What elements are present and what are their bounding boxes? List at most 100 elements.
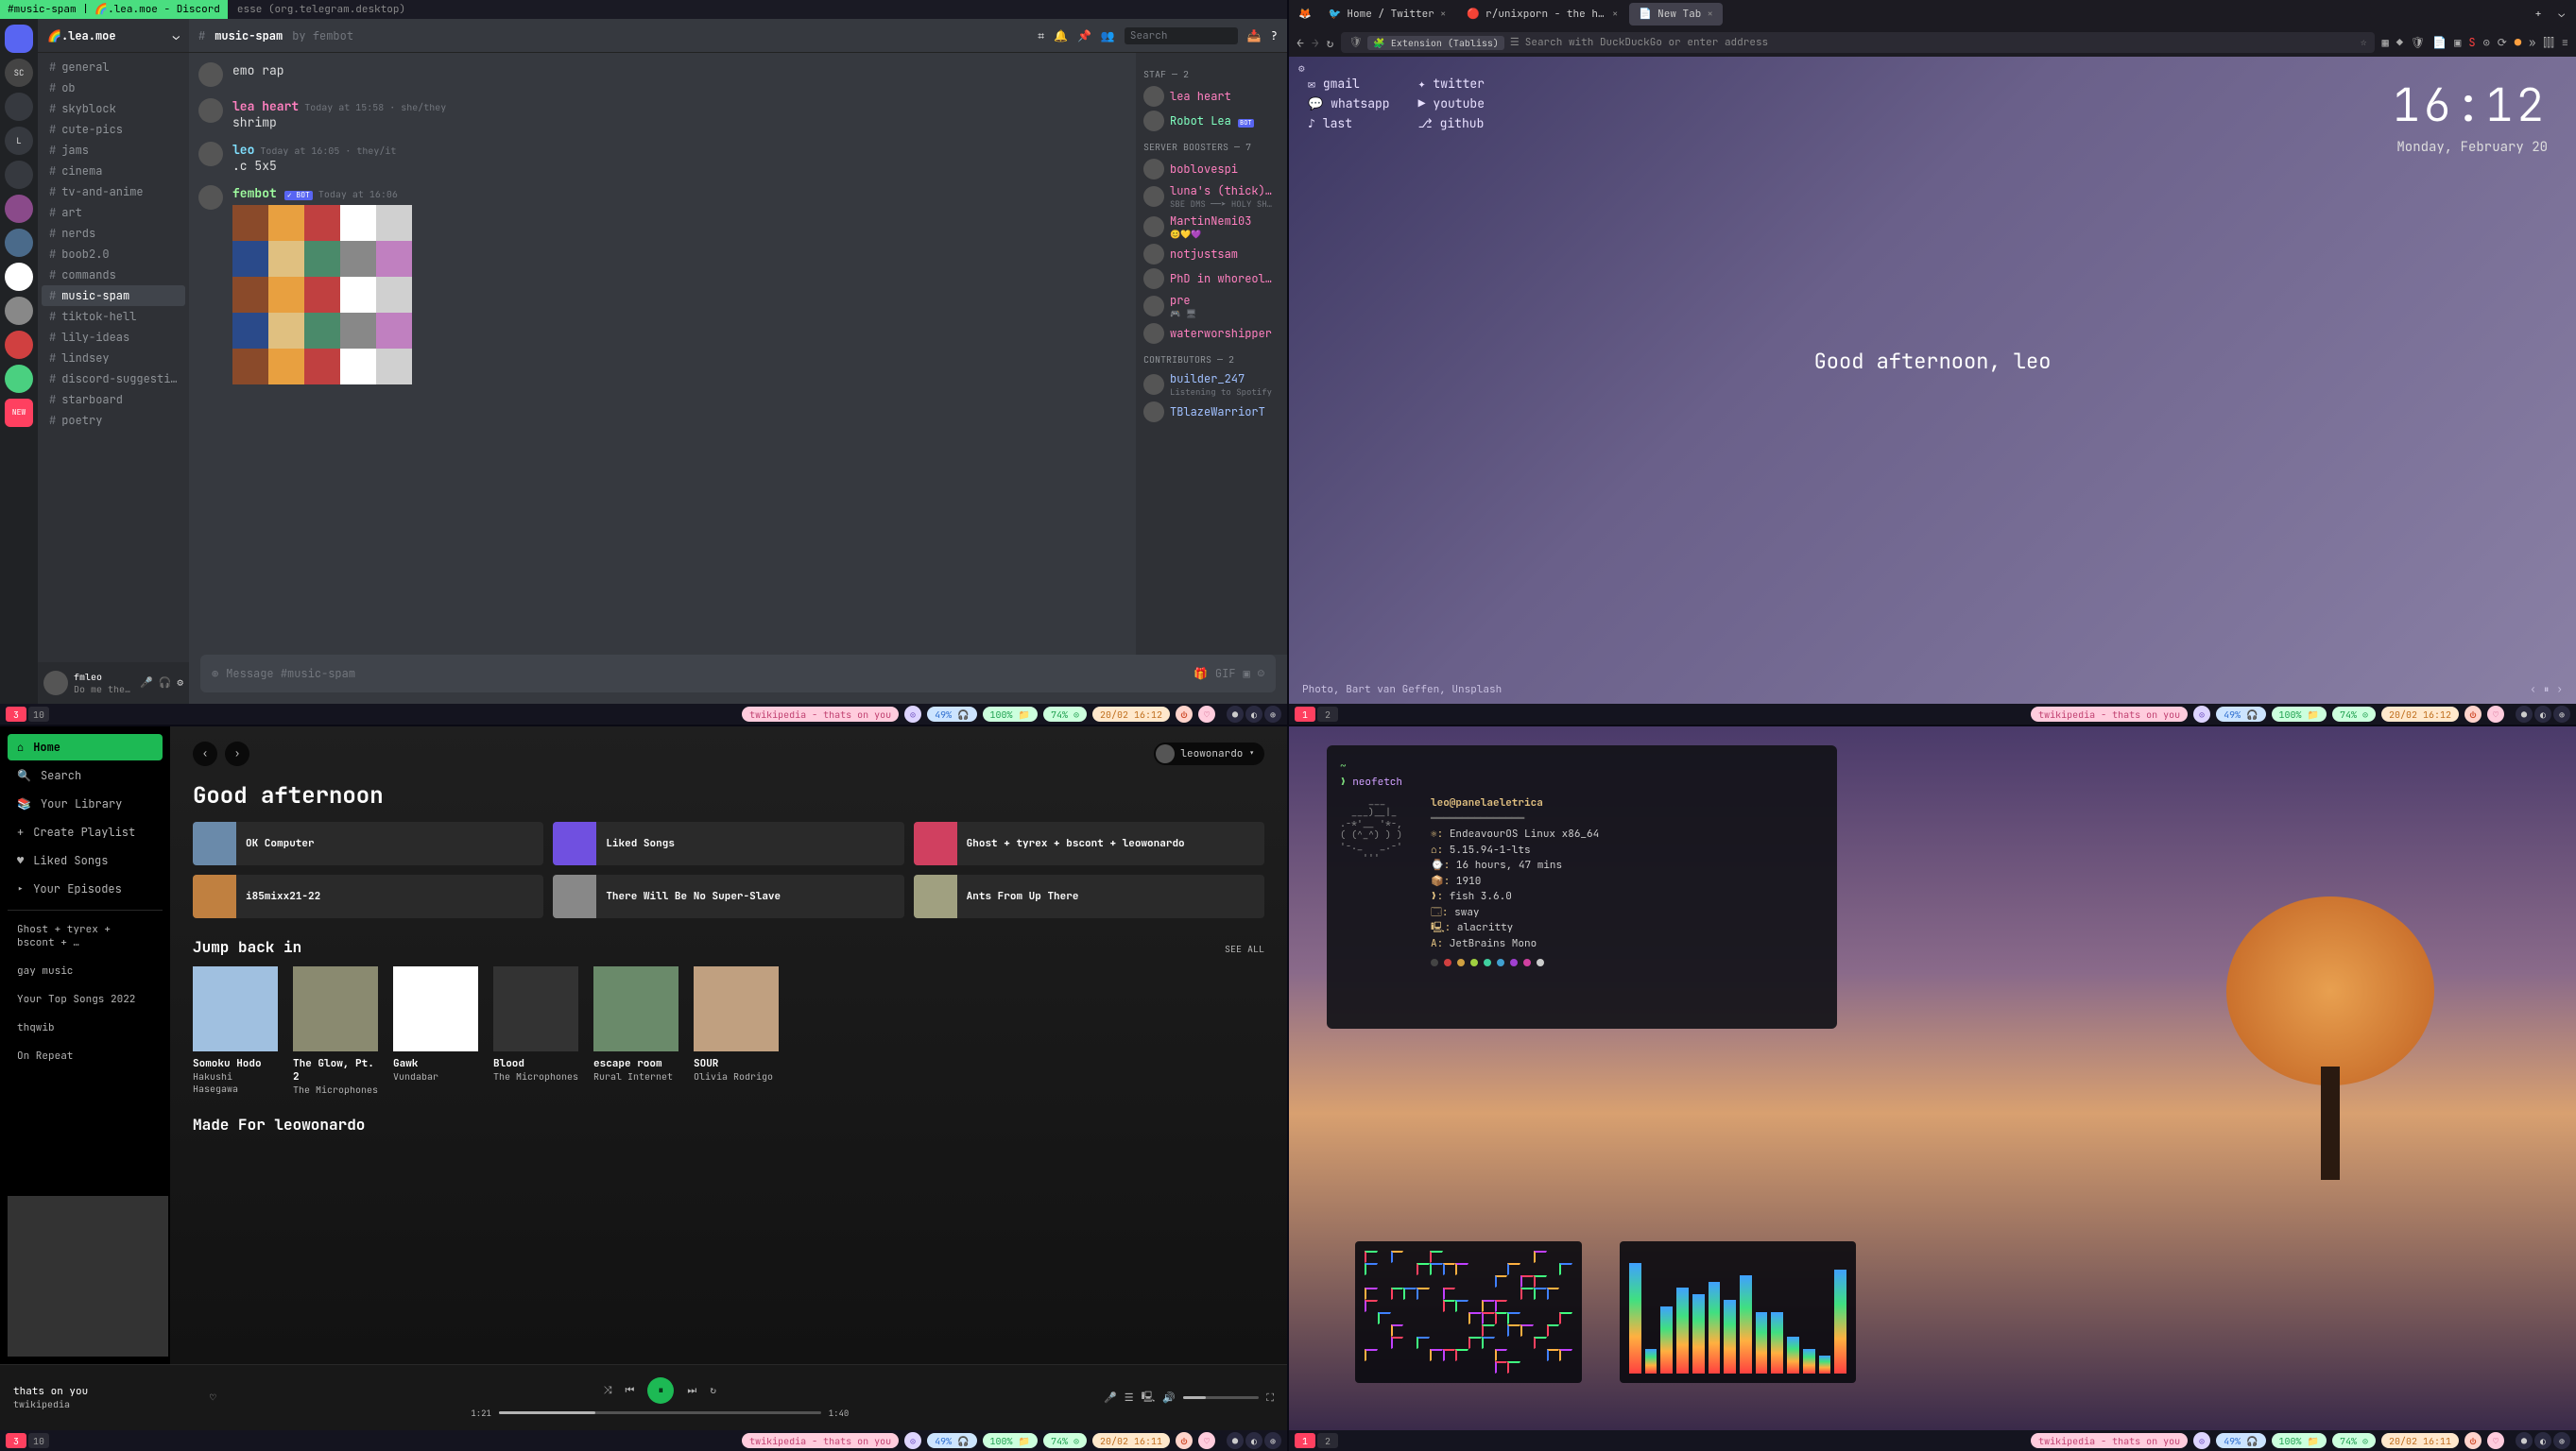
playlist-item[interactable]: On Repeat — [8, 1047, 163, 1066]
prev-track-icon[interactable]: ⏮ — [626, 1384, 635, 1397]
message-author[interactable]: lea heart — [232, 98, 299, 114]
gear-icon[interactable]: ⚙ — [177, 676, 183, 690]
quick-link[interactable]: ⎇github — [1418, 115, 1485, 131]
ext-icon[interactable]: 🛡 — [2411, 35, 2425, 50]
shuffle-icon[interactable]: ⤨ — [604, 1384, 612, 1397]
prev-icon[interactable]: ‹ — [2530, 683, 2536, 696]
user-avatar[interactable] — [43, 671, 68, 695]
tray-icon[interactable]: ◐ — [1245, 1432, 1262, 1449]
channel-item[interactable]: art — [42, 202, 185, 223]
channel-item[interactable]: lindsey — [42, 348, 185, 368]
progress-bar[interactable] — [499, 1411, 821, 1414]
threads-icon[interactable]: ⌗ — [1038, 28, 1044, 43]
nav-item[interactable]: 🔍Search — [8, 762, 163, 789]
message-avatar[interactable] — [198, 185, 223, 210]
workspace-button[interactable]: 1 — [1295, 707, 1315, 722]
terminal-window[interactable]: ~ ❯ neofetch ___ ___)__|_ .-*'__ '*-, ( … — [1327, 745, 1837, 1029]
members-icon[interactable]: 👥 — [1101, 28, 1115, 43]
server-icon[interactable] — [5, 161, 33, 189]
member-item[interactable]: builder_247Listening to Spotify — [1143, 369, 1279, 400]
member-item[interactable]: lea heart — [1143, 84, 1279, 109]
member-item[interactable]: notjustsam — [1143, 242, 1279, 266]
back-button[interactable]: ← — [1297, 35, 1304, 51]
ext-icon[interactable]: S — [2468, 35, 2475, 50]
browser-tab[interactable]: 📄 New Tab × — [1629, 3, 1723, 26]
workspace-switcher[interactable]: 310 — [6, 707, 49, 722]
server-icon[interactable]: L — [5, 127, 33, 155]
server-icon[interactable] — [5, 229, 33, 257]
channel-item[interactable]: music-spam — [42, 285, 185, 306]
member-item[interactable]: TBlazeWarriorT — [1143, 400, 1279, 424]
workspace-button[interactable]: 2 — [1317, 707, 1338, 722]
server-icon[interactable]: SC — [5, 59, 33, 87]
message-input[interactable]: ⊕ Message #music-spam 🎁 GIF ▣ ☺ — [200, 655, 1276, 692]
workspace-button[interactable]: 10 — [28, 1433, 49, 1448]
workspace-switcher[interactable]: 12 — [1295, 707, 1338, 722]
channel-item[interactable]: cinema — [42, 161, 185, 181]
hamburger-icon[interactable]: ≡ — [2562, 35, 2568, 50]
nav-item[interactable]: +Create Playlist — [8, 819, 163, 845]
play-pause-button[interactable]: ⏸ — [647, 1377, 674, 1404]
workspace-button[interactable]: 2 — [1317, 1433, 1338, 1448]
close-tab-icon[interactable]: × — [1440, 8, 1447, 21]
nav-item[interactable]: ▸Your Episodes — [8, 876, 163, 902]
tray-icon[interactable]: ● — [1227, 706, 1244, 723]
track-artist[interactable]: twikipedia — [13, 1398, 202, 1410]
status-icon[interactable]: ♡ — [1198, 706, 1215, 723]
channel-item[interactable]: tiktok-hell — [42, 306, 185, 327]
settings-icon[interactable]: ⚙ — [1298, 62, 1305, 76]
quick-link[interactable]: 💬whatsapp — [1308, 95, 1390, 111]
server-icon[interactable] — [5, 93, 33, 121]
window-menu-icon[interactable]: ⌄ — [2550, 8, 2572, 21]
user-menu[interactable]: leowonardo ▾ — [1154, 743, 1264, 765]
member-item[interactable]: MartinNemi03😊💛💜 — [1143, 212, 1279, 242]
volume-bar[interactable] — [1183, 1396, 1259, 1399]
status-icon[interactable]: ♡ — [1198, 1432, 1215, 1449]
gift-icon[interactable]: 🎁 — [1194, 666, 1208, 681]
pin-icon[interactable]: 📌 — [1077, 28, 1091, 43]
lyrics-icon[interactable]: 🎤 — [1104, 1391, 1117, 1405]
workspace-button[interactable]: 3 — [6, 707, 26, 722]
gif-icon[interactable]: GIF — [1215, 666, 1236, 681]
member-item[interactable]: Robot Lea BOT — [1143, 109, 1279, 133]
tray-icon[interactable]: ⊕ — [1264, 1432, 1281, 1449]
titlebar-active-tab[interactable]: #music-spam | 🌈.lea.moe - Discord — [0, 0, 228, 19]
next-track-icon[interactable]: ⏭ — [687, 1384, 696, 1397]
new-tab-button[interactable]: + — [2528, 8, 2550, 21]
overflow-icon[interactable]: » — [2529, 35, 2535, 50]
now-playing-pill[interactable]: twikipedia - thats on you — [2031, 707, 2188, 722]
playlist-item[interactable]: Ghost + tyrex + bscont + … — [8, 920, 163, 952]
tray-icon[interactable]: ◐ — [1245, 706, 1262, 723]
channel-item[interactable]: ob — [42, 77, 185, 98]
tray-icon[interactable]: ● — [2516, 1432, 2533, 1449]
new-badge[interactable]: NEW — [5, 399, 33, 427]
channel-item[interactable]: nerds — [42, 223, 185, 244]
notifications-icon[interactable]: 🔔 — [1054, 28, 1068, 43]
server-icon[interactable] — [5, 297, 33, 325]
shortcut-card[interactable]: Ghost + tyrex + bscont + leowonardo — [914, 822, 1264, 865]
server-icon[interactable] — [5, 195, 33, 223]
workspace-button[interactable]: 10 — [28, 707, 49, 722]
workspace-switcher[interactable]: 12 — [1295, 1433, 1338, 1448]
quick-link[interactable]: ▶youtube — [1418, 95, 1485, 111]
shortcut-card[interactable]: There Will Be No Super-Slave — [553, 875, 903, 918]
pause-icon[interactable]: ⏸ — [2544, 683, 2550, 696]
tray-icon[interactable]: ◐ — [2534, 1432, 2551, 1449]
browser-tab[interactable]: 🔴 r/unixporn - the home for × — [1457, 3, 1627, 26]
sticker-icon[interactable]: ▣ — [1244, 666, 1250, 681]
tray-icon[interactable]: ● — [1227, 1432, 1244, 1449]
library-icon[interactable]: ⫿⫿⫿ — [2543, 35, 2554, 50]
workspace-button[interactable]: 1 — [1295, 1433, 1315, 1448]
channel-item[interactable]: starboard — [42, 389, 185, 410]
status-icon[interactable]: ♡ — [2487, 706, 2504, 723]
playlist-item[interactable]: Your Top Songs 2022 — [8, 990, 163, 1009]
status-icon[interactable]: ⊙ — [2193, 1432, 2210, 1449]
repeat-icon[interactable]: ↻ — [710, 1384, 716, 1397]
status-icon[interactable]: ⊙ — [904, 706, 921, 723]
help-icon[interactable]: ? — [1271, 28, 1278, 43]
bookmark-icon[interactable]: ☆ — [2361, 36, 2367, 49]
back-button[interactable]: ‹ — [193, 742, 217, 766]
headphones-icon[interactable]: 🎧 — [159, 676, 172, 690]
channel-item[interactable]: general — [42, 57, 185, 77]
server-header[interactable]: 🌈.lea.moe ⌄ — [38, 19, 189, 53]
